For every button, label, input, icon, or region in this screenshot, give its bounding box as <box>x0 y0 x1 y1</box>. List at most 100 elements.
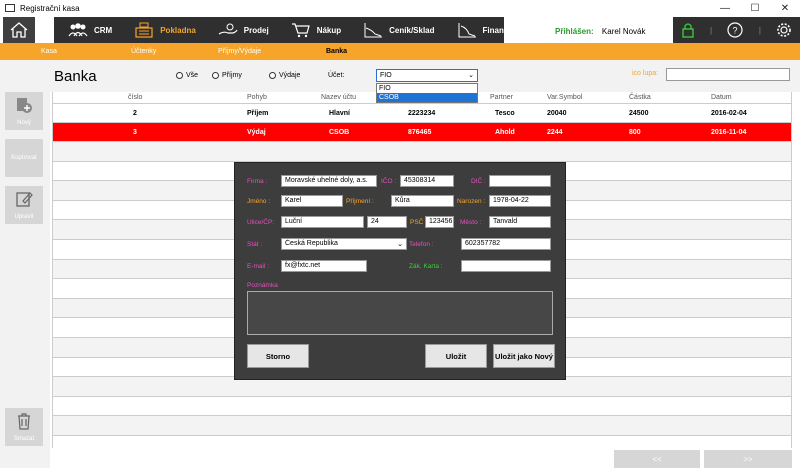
nav-cenik-sklad-label: Ceník/Sklad <box>389 25 435 35</box>
header-nazev-uctu[interactable]: Nazev účtu <box>321 94 356 101</box>
firma-field[interactable]: Moravské uhelné doly, a.s. <box>281 175 377 187</box>
ucet-option-csob[interactable]: CSOB <box>377 93 477 102</box>
chevron-down-icon: ⌄ <box>397 241 403 248</box>
cell-partner: Ahold <box>495 129 515 136</box>
nav-pokladna[interactable]: Pokladna <box>128 17 202 43</box>
top-navigation: CRM Pokladna Prodej Nákup Ceník/Sklad Fi… <box>0 16 800 43</box>
contact-dialog: Firma : Moravské uhelné doly, a.s. IČO :… <box>234 162 566 380</box>
dic-label: DIČ : <box>471 178 486 185</box>
tab-kasa[interactable]: Kasa <box>41 48 57 55</box>
action-sidebar: Nový Kopírovat Upravit Smazat <box>0 92 50 468</box>
new-button-label: Nový <box>17 120 31 126</box>
lock-icon[interactable] <box>681 22 695 38</box>
header-datum[interactable]: Datum <box>711 94 732 101</box>
header-pohyb[interactable]: Pohyb <box>247 94 267 101</box>
dic-field[interactable] <box>489 175 551 187</box>
new-button[interactable]: Nový <box>5 92 43 130</box>
ico-field[interactable]: 45308314 <box>400 175 454 187</box>
header-partner[interactable]: Partner <box>490 94 513 101</box>
ulice-field[interactable]: Luční <box>281 216 364 228</box>
cell-cislo-uctu: 2223234 <box>408 110 436 117</box>
right-toolbar: | ? | <box>673 17 800 43</box>
table-row-empty <box>53 397 791 417</box>
ucet-dropdown: FIO CSOB <box>376 83 478 103</box>
page-title: Banka <box>54 68 97 85</box>
chevron-down-icon: ⌄ <box>468 72 474 79</box>
ulice-label: Ulice/ČP: <box>247 219 275 226</box>
jmeno-label: Jméno : <box>247 198 271 205</box>
header-var-symbol[interactable]: Var.Symbol <box>547 94 582 101</box>
storno-button[interactable]: Storno <box>247 344 309 368</box>
nav-crm-label: CRM <box>94 25 113 35</box>
edit-button-label: Upravit <box>14 214 34 220</box>
table-row[interactable]: 2 Příjem Hlavní 2223234 Tesco 20040 2450… <box>53 104 791 123</box>
table-row-empty <box>53 142 791 162</box>
narozen-field[interactable]: 1978-04-22 <box>489 195 551 207</box>
radio-vse-label: Vše <box>186 72 199 79</box>
header-castka[interactable]: Částka <box>629 94 651 101</box>
nav-pokladna-label: Pokladna <box>160 25 196 35</box>
close-button[interactable]: ✕ <box>770 0 800 16</box>
stat-label: Stát : <box>247 241 263 248</box>
jmeno-field[interactable]: Karel <box>281 195 343 207</box>
prijmeni-label: Příjmení : <box>346 198 374 205</box>
home-button[interactable] <box>3 17 35 43</box>
ico-label: IČO : <box>381 178 397 185</box>
header-cislo[interactable]: číslo <box>128 94 142 101</box>
help-icon[interactable]: ? <box>727 22 744 38</box>
cash-register-icon <box>135 22 153 38</box>
mesto-field[interactable]: Tanvald <box>489 216 551 228</box>
ucet-option-fio[interactable]: FIO <box>377 84 477 93</box>
hand-coin-icon <box>218 23 238 35</box>
nav-prodej[interactable]: Prodej <box>212 17 275 43</box>
chart-line-icon <box>364 23 383 38</box>
telefon-field[interactable]: 602357782 <box>461 238 551 250</box>
edit-button[interactable]: Upravit <box>5 186 43 224</box>
table-row-selected[interactable]: 3 Výdaj CSOB 876465 Ahold 2244 800 2016-… <box>53 123 791 142</box>
home-icon <box>10 22 28 38</box>
logged-user: Přihlášen: Karel Novák <box>555 27 646 36</box>
cell-partner: Tesco <box>495 110 515 117</box>
stat-select[interactable]: Česká Republika ⌄ <box>281 238 407 250</box>
tab-prijmy-vydaje[interactable]: Příjmy/Výdaje <box>218 48 261 55</box>
cell-ucet: Hlavní <box>329 110 351 117</box>
nav-crm[interactable]: CRM <box>62 17 118 43</box>
window-titlebar: Registrační kasa <box>0 0 800 16</box>
poznamka-textarea[interactable] <box>247 291 553 335</box>
copy-button[interactable]: Kopírovat <box>5 139 43 177</box>
next-page-button[interactable]: >> <box>704 450 792 468</box>
radio-vydaje-label: Výdaje <box>279 72 301 79</box>
cell-ucet: CSOB <box>329 129 350 136</box>
finance-icon <box>458 23 476 38</box>
psc-field[interactable]: 123456 <box>425 216 454 228</box>
cart-icon <box>291 23 310 38</box>
tab-uctenky[interactable]: Účtenky <box>131 48 156 55</box>
email-field[interactable]: fx@fxtc.net <box>281 260 367 272</box>
save-as-new-button[interactable]: Uložit jako Nový <box>493 344 555 368</box>
stat-select-value: Česká Republika <box>285 240 338 247</box>
save-button[interactable]: Uložit <box>425 344 487 368</box>
nav-nakup[interactable]: Nákup <box>285 17 347 43</box>
window-title: Registrační kasa <box>20 3 80 13</box>
cell-vs: 20040 <box>547 110 567 117</box>
radio-vydaje[interactable]: Výdaje <box>269 72 300 79</box>
delete-button[interactable]: Smazat <box>5 408 43 446</box>
prev-page-button[interactable]: << <box>614 450 700 468</box>
radio-prijmy[interactable]: Příjmy <box>212 72 242 79</box>
psc-label: PSČ <box>410 219 424 226</box>
karta-field[interactable] <box>461 260 551 272</box>
nav-nakup-label: Nákup <box>316 25 342 35</box>
maximize-button[interactable]: ☐ <box>740 0 770 16</box>
gear-icon[interactable] <box>776 22 792 38</box>
nav-finance[interactable]: Finance <box>451 17 519 43</box>
lupa-search-input[interactable] <box>666 68 790 81</box>
nav-cenik-sklad[interactable]: Ceník/Sklad <box>357 17 440 43</box>
group-icon <box>68 23 88 37</box>
minimize-button[interactable]: — <box>710 0 740 16</box>
prijmeni-field[interactable]: Kůra <box>391 195 454 207</box>
cp-field[interactable]: 24 <box>367 216 407 228</box>
lupa-label: ico lupa: <box>632 70 659 77</box>
radio-vse[interactable]: Vše <box>176 72 198 79</box>
tab-banka[interactable]: Banka <box>326 48 347 55</box>
ucet-select[interactable]: FIO ⌄ <box>376 69 478 82</box>
